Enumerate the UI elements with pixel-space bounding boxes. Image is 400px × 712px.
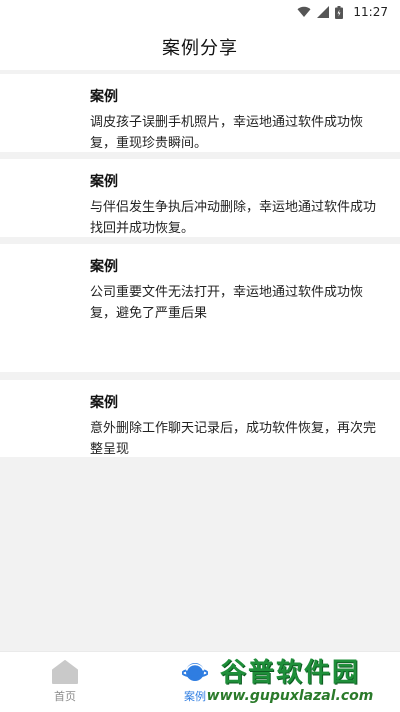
watermark-logo: 谷普软件园	[219, 658, 360, 688]
case-card[interactable]: 案例 与伴侣发生争执后冲动删除，幸运地通过软件成功找回并成功恢复。	[0, 159, 400, 237]
battery-icon	[335, 5, 344, 19]
status-bar: 11:27	[0, 0, 400, 24]
page-title: 案例分享	[162, 38, 238, 59]
site-watermark: 谷普软件园 www.gupuxlazal.com	[186, 654, 394, 708]
case-description: 调皮孩子误删手机照片，幸运地通过软件成功恢复，重现珍贵瞬间。	[90, 115, 364, 151]
case-title: 案例	[90, 395, 118, 411]
case-description: 意外删除工作聊天记录后，成功软件恢复，再次完整呈现	[90, 421, 377, 457]
home-icon	[52, 660, 78, 684]
case-title: 案例	[90, 259, 118, 275]
header: 案例分享	[0, 24, 400, 70]
nav-item-home[interactable]: 首页	[0, 652, 130, 712]
status-time: 11:27	[353, 5, 388, 19]
case-description: 公司重要文件无法打开，幸运地通过软件成功恢复，避免了严重后果	[90, 285, 364, 321]
wifi-icon	[297, 6, 311, 18]
watermark-url: www.gupuxlazal.com	[206, 688, 374, 704]
nav-label-home: 首页	[54, 690, 76, 703]
app-screen: 11:27 案例分享 案例 调皮孩子误删手机照片，幸运地通过软件成功恢复，重现珍…	[0, 0, 400, 712]
case-card[interactable]: 案例 调皮孩子误删手机照片，幸运地通过软件成功恢复，重现珍贵瞬间。	[0, 74, 400, 152]
case-title: 案例	[90, 89, 118, 105]
case-title: 案例	[90, 174, 118, 190]
case-card[interactable]: 案例 意外删除工作聊天记录后，成功软件恢复，再次完整呈现	[0, 380, 400, 457]
signal-icon	[317, 6, 330, 18]
case-description: 与伴侣发生争执后冲动删除，幸运地通过软件成功找回并成功恢复。	[90, 200, 377, 236]
case-card[interactable]: 案例 公司重要文件无法打开，幸运地通过软件成功恢复，避免了严重后果	[0, 244, 400, 372]
